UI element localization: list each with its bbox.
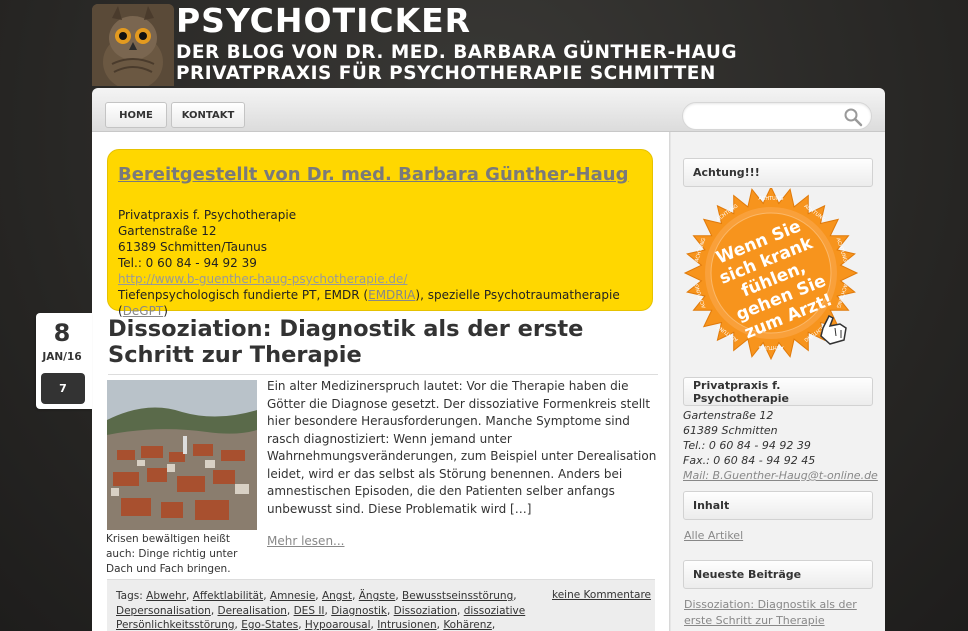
- tag-link[interactable]: Ego-States: [241, 619, 298, 631]
- notice-line: Tel.: 0 60 84 - 94 92 39: [118, 256, 257, 270]
- tag-link[interactable]: Hypoarousal: [305, 619, 371, 631]
- notice-line: Gartenstraße 12: [118, 224, 217, 238]
- search-box: [682, 102, 872, 130]
- all-articles-link[interactable]: Alle Artikel: [684, 528, 743, 544]
- site-desc-line2: PRIVATPRAXIS FÜR PSYCHOTHERAPIE SCHMITTE…: [176, 63, 716, 84]
- notice-line: 61389 Schmitten/Taunus: [118, 240, 268, 254]
- tags-label: Tags:: [116, 590, 143, 602]
- tag-list: Tags: Abwehr, Affektlabilität, Amnesie, …: [116, 590, 526, 631]
- practice-website-link[interactable]: http://www.b-guenther-haug-psychotherapi…: [118, 272, 407, 286]
- post-date-badge: 8 JAN/16 7: [36, 313, 92, 409]
- badge-ring-word: ACHTUNG: [759, 196, 784, 202]
- read-more-link[interactable]: Mehr lesen...: [267, 534, 345, 548]
- site-description: DER BLOG VON DR. MED. BARBARA GÜNTHER-HA…: [176, 42, 737, 84]
- notice-line: Privatpraxis f. Psychotherapie: [118, 208, 297, 222]
- tag-link[interactable]: Abwehr: [146, 590, 186, 602]
- post-meta: Tags: Abwehr, Affektlabilität, Amnesie, …: [107, 579, 655, 631]
- widget-title-praxis: Privatpraxis f. Psychotherapie: [683, 377, 873, 406]
- address-line: 61389 Schmitten: [683, 424, 778, 437]
- tag-link[interactable]: Diagnostik: [331, 605, 387, 617]
- practice-address: Gartenstraße 12 61389 Schmitten Tel.: 0 …: [683, 408, 878, 483]
- content-area: Bereitgestellt von Dr. med. Barbara Günt…: [92, 132, 670, 631]
- site-header: PSYCHOTICKER DER BLOG VON DR. MED. BARBA…: [0, 0, 968, 86]
- provider-notice-box: Bereitgestellt von Dr. med. Barbara Günt…: [107, 149, 653, 318]
- nav-kontakt-button[interactable]: KONTAKT: [171, 102, 245, 128]
- notice-specialties: Tiefenpsychologisch fundierte PT, EMDR (…: [118, 287, 642, 319]
- badge-ring-word: ACHTUNG: [758, 344, 783, 350]
- image-caption: Krisen bewältigen heißt auch: Dinge rich…: [106, 533, 238, 575]
- widget-title-achtung: Achtung!!!: [683, 158, 873, 187]
- post-excerpt: Ein alter Medizinerspruch lautet: Vor di…: [267, 379, 657, 516]
- tag-link[interactable]: Kohärenz: [443, 619, 492, 631]
- tag-link[interactable]: Derealisation: [218, 605, 287, 617]
- post-title[interactable]: Dissoziation: Diagnostik als der erste S…: [108, 316, 658, 375]
- address-line: Tel.: 0 60 84 - 94 92 39: [683, 439, 811, 452]
- sidebar: Achtung!!! Wenn Sie sich krank fühlen, g…: [670, 132, 885, 631]
- site-title[interactable]: PSYCHOTICKER: [176, 2, 471, 40]
- comments-link[interactable]: keine Kommentare: [552, 589, 651, 601]
- tag-link[interactable]: DES II: [294, 605, 325, 617]
- comment-count-badge[interactable]: 7: [41, 373, 85, 404]
- site-desc-line1: DER BLOG VON DR. MED. BARBARA GÜNTHER-HA…: [176, 42, 738, 63]
- emdria-link[interactable]: EMDRIA: [368, 288, 415, 302]
- tag-link[interactable]: Affektlabilität: [193, 590, 264, 602]
- warning-badge-image: Wenn Sie sich krank fühlen, gehen Sie zu…: [683, 185, 868, 363]
- email-link[interactable]: Mail: B.Guenther-Haug@t-online.de: [683, 468, 878, 483]
- tag-link[interactable]: Bewusstseinsstörung: [402, 590, 513, 602]
- nav-home-button[interactable]: HOME: [105, 102, 167, 128]
- recent-post-link[interactable]: Dissoziation: Diagnostik als der erste S…: [684, 597, 874, 629]
- tag-link[interactable]: Depersonalisation: [116, 605, 211, 617]
- address-line: Gartenstraße 12: [683, 409, 774, 422]
- widget-title-inhalt: Inhalt: [683, 491, 873, 520]
- main-navigation: HOME KONTAKT: [92, 88, 885, 132]
- post-thumbnail-image[interactable]: [107, 380, 257, 530]
- search-icon[interactable]: [843, 107, 863, 127]
- tag-link[interactable]: Dissoziation: [394, 605, 457, 617]
- notice-text: Tiefenpsychologisch fundierte PT, EMDR (: [118, 288, 369, 302]
- search-input[interactable]: [695, 103, 845, 129]
- post-date-day: 8: [53, 319, 71, 347]
- post-date-month: JAN/16: [42, 351, 82, 363]
- notice-address: Privatpraxis f. Psychotherapie Gartenstr…: [118, 207, 642, 319]
- widget-title-recent: Neueste Beiträge: [683, 560, 873, 589]
- owl-logo-image: [92, 4, 174, 86]
- tag-link[interactable]: Ängste: [359, 590, 396, 602]
- notice-title-link[interactable]: Bereitgestellt von Dr. med. Barbara Günt…: [118, 164, 642, 185]
- address-line: Fax.: 0 60 84 - 94 92 45: [683, 454, 816, 467]
- tag-link[interactable]: Angst: [322, 590, 352, 602]
- tag-link[interactable]: Amnesie: [270, 590, 315, 602]
- tag-link[interactable]: Intrusionen: [377, 619, 436, 631]
